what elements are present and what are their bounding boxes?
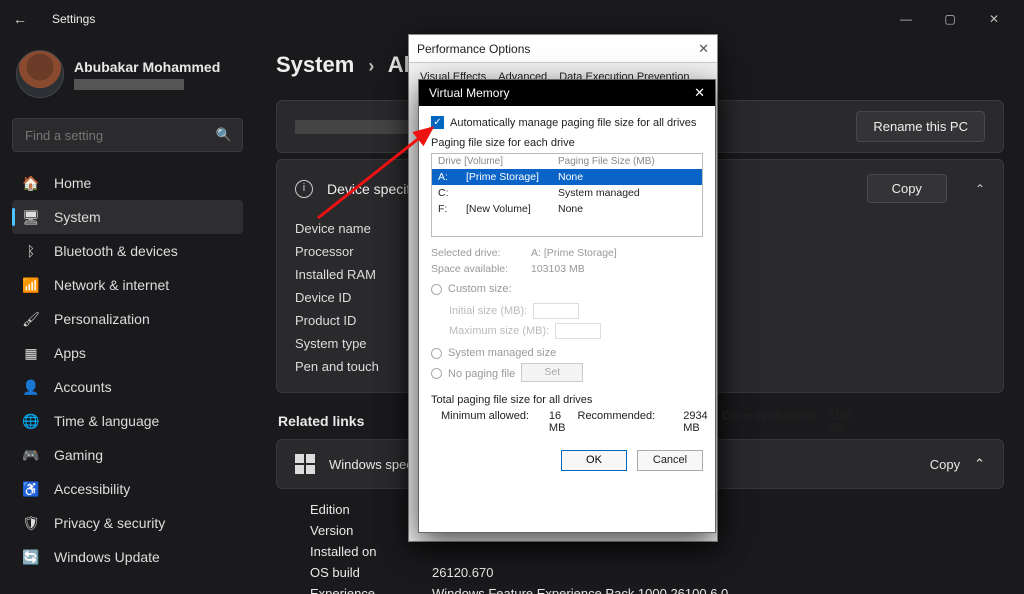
nav-list: 🏠 Home 🖥 System ᛒ Bluetooth & devices 📶 Network… [12, 166, 243, 574]
nav-label: Accounts [54, 379, 112, 395]
search-input[interactable] [23, 127, 216, 144]
search-box[interactable]: 🔍 [12, 118, 243, 152]
auto-manage-checkbox-row[interactable]: ✓ Automatically manage paging file size … [431, 116, 703, 129]
chevron-up-icon[interactable]: ⌃ [974, 456, 985, 472]
info-icon: i [295, 180, 313, 198]
nav-icon: 🛡 [22, 515, 40, 532]
drive-row[interactable]: C:System managed [432, 185, 702, 201]
sidebar-item-windows-update[interactable]: 🔄 Windows Update [12, 540, 243, 574]
radio-icon [431, 368, 442, 379]
space-available-value: 103103 MB [531, 263, 585, 275]
total-row: Recommended:2934 MB [578, 410, 722, 434]
close-button[interactable]: ✕ [972, 5, 1016, 33]
window-title: Settings [52, 12, 95, 26]
minimize-button[interactable]: — [884, 5, 928, 33]
nav-label: Accessibility [54, 481, 130, 497]
radio-icon [431, 348, 442, 359]
nav-label: Windows Update [54, 549, 160, 565]
nav-label: Gaming [54, 447, 103, 463]
radio-custom-size: Custom size: [431, 283, 703, 295]
nav-icon: 🎮 [22, 447, 40, 464]
avatar [16, 50, 64, 98]
maximum-size-input [555, 323, 601, 339]
section-label: Paging file size for each drive [431, 137, 703, 149]
nav-icon: 🖌 [22, 311, 40, 328]
maximize-button[interactable]: ▢ [928, 5, 972, 33]
copy-button[interactable]: Copy [867, 174, 947, 203]
radio-icon [431, 284, 442, 295]
sidebar-item-home[interactable]: 🏠 Home [12, 166, 243, 200]
nav-icon: 📶 [22, 277, 40, 294]
dialog-title: Virtual Memory [429, 86, 509, 100]
nav-icon: 🌐 [22, 413, 40, 430]
sidebar-item-bluetooth-devices[interactable]: ᛒ Bluetooth & devices [12, 234, 243, 268]
drive-row[interactable]: F:[New Volume]None [432, 201, 702, 217]
sidebar-item-network-internet[interactable]: 📶 Network & internet [12, 268, 243, 302]
nav-icon: ▦ [22, 345, 40, 362]
sidebar-item-accounts[interactable]: 👤 Accounts [12, 370, 243, 404]
nav-label: Apps [54, 345, 86, 361]
sidebar-item-system[interactable]: 🖥 System [12, 200, 243, 234]
selected-drive-value: A: [Prime Storage] [531, 247, 617, 259]
chevron-right-icon: › [368, 56, 374, 76]
chevron-up-icon[interactable]: ⌃ [975, 182, 985, 196]
col-drive: Drive [Volume] [438, 156, 558, 167]
initial-size-label: Initial size (MB): [449, 305, 527, 317]
col-size: Paging File Size (MB) [558, 156, 655, 167]
drive-row[interactable]: A:[Prime Storage]None [432, 169, 702, 185]
nav-label: Home [54, 175, 91, 191]
total-row: Currently allocated:7168 MB [722, 410, 866, 434]
total-row: Minimum allowed:16 MB [441, 410, 578, 434]
set-button: Set [521, 363, 583, 382]
virtual-memory-dialog: Virtual Memory ✕ ✓ Automatically manage … [418, 79, 716, 533]
nav-label: Network & internet [54, 277, 169, 293]
auto-manage-label: Automatically manage paging file size fo… [450, 117, 696, 129]
profile-block[interactable]: Abubakar Mohammed [12, 44, 243, 114]
breadcrumb-root[interactable]: System [276, 52, 354, 77]
nav-icon: 🏠 [22, 175, 40, 192]
sidebar-item-time-language[interactable]: 🌐 Time & language [12, 404, 243, 438]
nav-label: Personalization [54, 311, 150, 327]
sidebar-item-apps[interactable]: ▦ Apps [12, 336, 243, 370]
sidebar-item-personalization[interactable]: 🖌 Personalization [12, 302, 243, 336]
sidebar-item-privacy-security[interactable]: 🛡 Privacy & security [12, 506, 243, 540]
initial-size-input [533, 303, 579, 319]
nav-icon: 🔄 [22, 549, 40, 566]
copy-button[interactable]: Copy [930, 457, 960, 472]
cancel-button[interactable]: Cancel [637, 450, 703, 471]
radio-no-paging: No paging file Set [431, 365, 703, 382]
winspec-row: Installed on [310, 541, 1004, 562]
nav-icon: ᛒ [22, 243, 40, 259]
close-icon[interactable]: ✕ [698, 41, 709, 57]
nav-label: Privacy & security [54, 515, 165, 531]
nav-label: Bluetooth & devices [54, 243, 178, 259]
selected-drive-label: Selected drive: [431, 245, 531, 261]
nav-icon: ♿ [22, 481, 40, 498]
maximum-size-label: Maximum size (MB): [449, 325, 549, 337]
profile-name: Abubakar Mohammed [74, 59, 220, 75]
back-button[interactable]: ← [8, 11, 32, 27]
nav-label: Time & language [54, 413, 159, 429]
profile-email-redacted [74, 79, 184, 90]
nav-icon: 🖥 [22, 209, 40, 226]
radio-system-managed: System managed size [431, 347, 703, 359]
windows-logo-icon [295, 454, 315, 474]
winspec-row: ExperienceWindows Feature Experience Pac… [310, 583, 1004, 594]
search-icon: 🔍 [216, 127, 232, 143]
sidebar-item-accessibility[interactable]: ♿ Accessibility [12, 472, 243, 506]
sidebar: Abubakar Mohammed 🔍 🏠 Home 🖥 System ᛒ Bluetoo… [0, 38, 255, 574]
nav-icon: 👤 [22, 379, 40, 396]
nav-label: System [54, 209, 101, 225]
drive-list[interactable]: Drive [Volume] Paging File Size (MB) A:[… [431, 153, 703, 237]
ok-button[interactable]: OK [561, 450, 627, 471]
sidebar-item-gaming[interactable]: 🎮 Gaming [12, 438, 243, 472]
space-available-label: Space available: [431, 261, 531, 277]
rename-pc-button[interactable]: Rename this PC [856, 111, 985, 142]
total-title: Total paging file size for all drives [431, 394, 703, 406]
close-icon[interactable]: ✕ [694, 85, 705, 101]
checkbox-checked-icon[interactable]: ✓ [431, 116, 444, 129]
winspec-row: OS build26120.670 [310, 562, 1004, 583]
dialog-title: Performance Options [417, 42, 530, 56]
window-titlebar: ← Settings — ▢ ✕ [0, 0, 1024, 38]
